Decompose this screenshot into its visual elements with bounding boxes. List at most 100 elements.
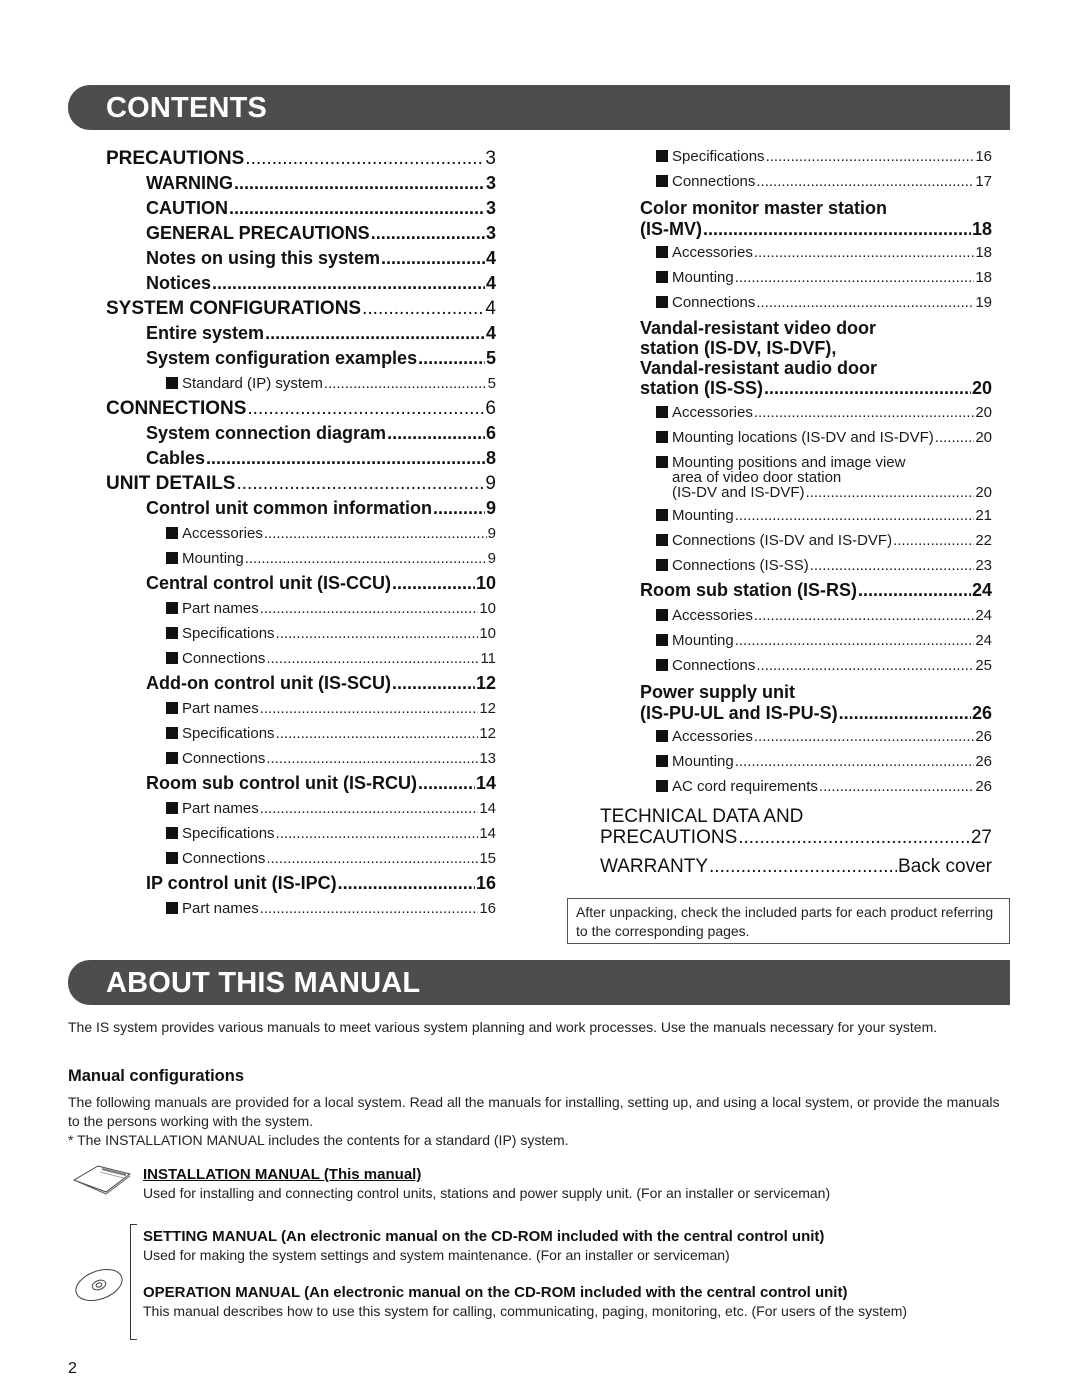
toc-entry[interactable]: Mounting 26 bbox=[600, 749, 992, 774]
toc-entry[interactable]: Entire system 4 bbox=[106, 321, 496, 346]
toc-label-text: Mounting bbox=[182, 550, 244, 567]
toc-entry[interactable]: WARNING 3 bbox=[106, 171, 496, 196]
toc-label: (IS-MV) bbox=[640, 219, 702, 239]
toc-label-text: Connections bbox=[672, 657, 756, 674]
toc-page: 10 bbox=[475, 573, 496, 593]
toc-entry[interactable]: Accessories 26 bbox=[600, 724, 992, 749]
toc-entry-warranty[interactable]: WARRANTY Back cover bbox=[600, 855, 992, 879]
leader-dots bbox=[276, 721, 479, 746]
toc-label: Part names bbox=[166, 596, 259, 621]
toc-entry[interactable]: Specifications 14 bbox=[106, 821, 496, 846]
toc-entry[interactable]: Notes on using this system 4 bbox=[106, 246, 496, 271]
toc-entry[interactable]: Notices 4 bbox=[106, 271, 496, 296]
leader-dots bbox=[234, 171, 485, 196]
toc-label-text: UNIT DETAILS bbox=[106, 473, 236, 494]
toc-page: 14 bbox=[479, 825, 496, 842]
toc-entry[interactable]: Standard (IP) system 5 bbox=[106, 371, 496, 396]
toc-entry[interactable]: Part names 10 bbox=[106, 596, 496, 621]
toc-page: 3 bbox=[485, 198, 496, 218]
leader-dots bbox=[756, 169, 974, 194]
toc-entry[interactable]: Mounting 18 bbox=[600, 265, 992, 290]
toc-entry-mounting-positions[interactable]: Mounting positions and image view area o… bbox=[600, 455, 992, 500]
toc-entry[interactable]: CONNECTIONS 6 bbox=[106, 396, 496, 421]
toc-page: 19 bbox=[975, 294, 992, 311]
toc-entry[interactable]: Mounting locations (IS-DV and IS-DVF) 20 bbox=[600, 425, 992, 450]
toc-link[interactable]: PRECAUTIONS 27 bbox=[600, 827, 992, 849]
leader-dots bbox=[266, 746, 478, 771]
toc-entry[interactable]: CAUTION 3 bbox=[106, 196, 496, 221]
manual-desc: This manual describes how to use this sy… bbox=[143, 1303, 908, 1319]
toc-entry[interactable]: Mounting 21 bbox=[600, 503, 992, 528]
toc-entry[interactable]: UNIT DETAILS 9 bbox=[106, 471, 496, 496]
toc-entry[interactable]: Part names 16 bbox=[106, 896, 496, 921]
toc-entry-rs[interactable]: Room sub station (IS-RS) 24 bbox=[600, 578, 992, 603]
toc-label: Specifications bbox=[166, 621, 275, 646]
toc-label: Mounting bbox=[656, 503, 734, 528]
toc-entry[interactable]: Connections 19 bbox=[600, 290, 992, 315]
toc-link[interactable]: station (IS-SS) 20 bbox=[600, 378, 992, 398]
toc-label-text: Add-on control unit (IS-SCU) bbox=[146, 673, 391, 693]
toc-entry[interactable]: Connections 25 bbox=[600, 653, 992, 678]
toc-entry[interactable]: Control unit common information 9 bbox=[106, 496, 496, 521]
toc-entry[interactable]: Connections 13 bbox=[106, 746, 496, 771]
toc-page: 20 bbox=[975, 484, 992, 501]
toc-label: Vandal-resistant video door bbox=[640, 318, 877, 338]
toc-entry[interactable]: Specifications 12 bbox=[106, 721, 496, 746]
toc-label-text: Central control unit (IS-CCU) bbox=[146, 573, 391, 593]
toc-page: 18 bbox=[975, 269, 992, 286]
toc-label-text: Connections bbox=[182, 750, 266, 767]
toc-entry[interactable]: AC cord requirements 26 bbox=[600, 774, 992, 799]
toc-entry[interactable]: System connection diagram 6 bbox=[106, 421, 496, 446]
toc-label: Part names bbox=[166, 696, 259, 721]
toc-label-text: Standard (IP) system bbox=[182, 375, 323, 392]
bullet-square-icon bbox=[656, 406, 668, 418]
toc-entry[interactable]: System configuration examples 5 bbox=[106, 346, 496, 371]
toc-label-text: Room sub control unit (IS-RCU) bbox=[146, 773, 417, 793]
toc-entry[interactable]: Mounting 9 bbox=[106, 546, 496, 571]
leader-dots bbox=[392, 671, 475, 696]
toc-link[interactable]: (IS-MV) 18 bbox=[600, 218, 992, 240]
toc-link[interactable]: (IS-PU-UL and IS-PU-S) 26 bbox=[600, 702, 992, 724]
toc-label-text: CONNECTIONS bbox=[106, 398, 247, 419]
toc-label: WARRANTY bbox=[600, 856, 709, 877]
bullet-square-icon bbox=[166, 902, 178, 914]
toc-label-text: Mounting bbox=[672, 632, 734, 649]
toc-entry[interactable]: PRECAUTIONS 3 bbox=[106, 146, 496, 171]
bullet-square-icon bbox=[656, 559, 668, 571]
leader-dots bbox=[265, 321, 485, 346]
toc-entry[interactable]: Mounting 24 bbox=[600, 628, 992, 653]
toc-entry[interactable]: Add-on control unit (IS-SCU) 12 bbox=[106, 671, 496, 696]
toc-entry[interactable]: Connections 11 bbox=[106, 646, 496, 671]
toc-entry[interactable]: Part names 14 bbox=[106, 796, 496, 821]
leader-dots bbox=[260, 896, 479, 921]
toc-label-text: Accessories bbox=[182, 525, 263, 542]
toc-entry[interactable]: Room sub control unit (IS-RCU) 14 bbox=[106, 771, 496, 796]
toc-entry[interactable]: Accessories 9 bbox=[106, 521, 496, 546]
toc-entry[interactable]: Cables 8 bbox=[106, 446, 496, 471]
manual-title: SETTING MANUAL (An electronic manual on … bbox=[143, 1228, 825, 1245]
leader-dots bbox=[229, 196, 485, 221]
toc-entry[interactable]: Accessories 20 bbox=[600, 400, 992, 425]
toc-entry[interactable]: Accessories 24 bbox=[600, 603, 992, 628]
toc-entry[interactable]: Connections 17 bbox=[600, 169, 992, 194]
toc-page: 9 bbox=[487, 525, 496, 542]
toc-label: Connections (IS-SS) bbox=[656, 553, 809, 578]
toc-label-text: Entire system bbox=[146, 323, 265, 343]
toc-page: 12 bbox=[475, 673, 496, 693]
toc-label-text: WARNING bbox=[146, 173, 233, 193]
toc-entry[interactable]: Part names 12 bbox=[106, 696, 496, 721]
leader-dots bbox=[735, 628, 975, 653]
toc-entry[interactable]: SYSTEM CONFIGURATIONS 4 bbox=[106, 296, 496, 321]
toc-entry[interactable]: Connections (IS-SS) 23 bbox=[600, 553, 992, 578]
toc-entry[interactable]: Central control unit (IS-CCU) 10 bbox=[106, 571, 496, 596]
toc-page: 15 bbox=[479, 850, 496, 867]
toc-label: Standard (IP) system bbox=[166, 371, 323, 396]
toc-entry[interactable]: Specifications 10 bbox=[106, 621, 496, 646]
toc-entry[interactable]: Connections (IS-DV and IS-DVF) 22 bbox=[600, 528, 992, 553]
toc-entry[interactable]: GENERAL PRECAUTIONS 3 bbox=[106, 221, 496, 246]
toc-entry[interactable]: Specifications 16 bbox=[600, 144, 992, 169]
toc-entry[interactable]: Accessories 18 bbox=[600, 240, 992, 265]
toc-entry[interactable]: Connections 15 bbox=[106, 846, 496, 871]
toc-entry[interactable]: IP control unit (IS-IPC) 16 bbox=[106, 871, 496, 896]
leader-dots bbox=[766, 144, 975, 169]
